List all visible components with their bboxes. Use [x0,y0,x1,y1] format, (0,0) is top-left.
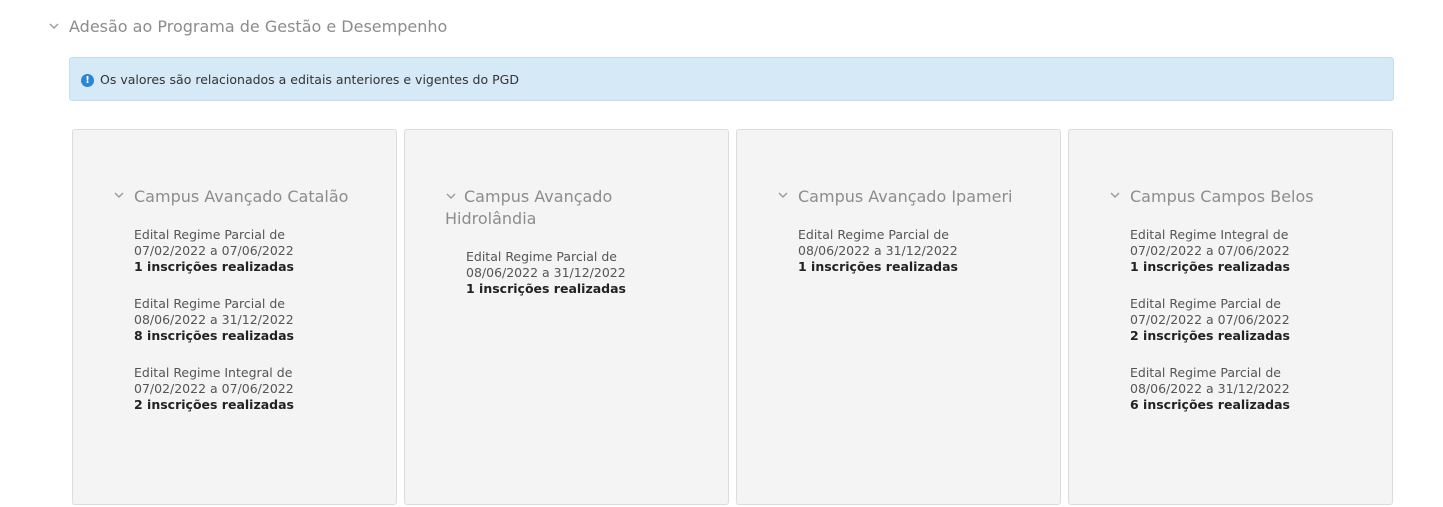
info-circle-icon: ! [81,73,94,87]
edital-item: Edital Regime Integral de 07/02/2022 a 0… [134,365,356,413]
chevron-down-icon [445,191,456,202]
edital-name: Edital Regime Integral de 07/02/2022 a 0… [1130,227,1290,258]
campus-card-header[interactable]: Campus Avançado Ipameri [777,186,1020,208]
edital-item: Edital Regime Parcial de 08/06/2022 a 31… [798,227,1020,275]
edital-name: Edital Regime Parcial de 07/02/2022 a 07… [1130,296,1290,327]
campus-card: Campus Avançado Ipameri Edital Regime Pa… [736,129,1061,505]
edital-item: Edital Regime Parcial de 08/06/2022 a 31… [466,249,688,297]
edital-item: Edital Regime Parcial de 07/02/2022 a 07… [1130,296,1352,344]
edital-count: 1 inscrições realizadas [1130,259,1290,274]
chevron-down-icon [777,190,788,201]
edital-item: Edital Regime Parcial de 08/06/2022 a 31… [134,296,356,344]
chevron-down-icon [1109,190,1120,201]
edital-name: Edital Regime Parcial de 08/06/2022 a 31… [134,296,294,327]
edital-name: Edital Regime Integral de 07/02/2022 a 0… [134,365,294,396]
edital-list: Edital Regime Parcial de 07/02/2022 a 07… [113,227,356,413]
section-header-adesao[interactable]: Adesão ao Programa de Gestão e Desempenh… [48,17,447,36]
edital-list: Edital Regime Parcial de 08/06/2022 a 31… [777,227,1020,275]
campus-card: Campus Avançado Hidrolândia Edital Regim… [404,129,729,505]
campus-title: Campus Campos Belos [1130,187,1314,206]
info-text: Os valores são relacionados a editais an… [100,71,519,87]
edital-count: 1 inscrições realizadas [798,259,958,274]
edital-count: 2 inscrições realizadas [1130,328,1290,343]
edital-name: Edital Regime Parcial de 07/02/2022 a 07… [134,227,294,258]
edital-count: 1 inscrições realizadas [134,259,294,274]
edital-list: Edital Regime Parcial de 08/06/2022 a 31… [445,249,688,297]
edital-item: Edital Regime Integral de 07/02/2022 a 0… [1130,227,1352,275]
edital-count: 2 inscrições realizadas [134,397,294,412]
campus-card-header[interactable]: Campus Campos Belos [1109,186,1352,208]
edital-count: 6 inscrições realizadas [1130,397,1290,412]
campus-title: Campus Avançado Hidrolândia [445,187,613,228]
edital-name: Edital Regime Parcial de 08/06/2022 a 31… [798,227,958,258]
edital-count: 1 inscrições realizadas [466,281,626,296]
section-title: Adesão ao Programa de Gestão e Desempenh… [69,17,448,36]
edital-list: Edital Regime Integral de 07/02/2022 a 0… [1109,227,1352,413]
campus-card: Campus Campos Belos Edital Regime Integr… [1068,129,1393,505]
info-alert: ! Os valores são relacionados a editais … [69,57,1394,101]
campus-card: Campus Avançado Catalão Edital Regime Pa… [72,129,397,505]
edital-item: Edital Regime Parcial de 08/06/2022 a 31… [1130,365,1352,413]
campus-cards: Campus Avançado Catalão Edital Regime Pa… [72,129,1393,505]
edital-item: Edital Regime Parcial de 07/02/2022 a 07… [134,227,356,275]
chevron-down-icon [48,21,59,32]
edital-name: Edital Regime Parcial de 08/06/2022 a 31… [1130,365,1290,396]
edital-name: Edital Regime Parcial de 08/06/2022 a 31… [466,249,626,280]
campus-card-header[interactable]: Campus Avançado Hidrolândia [445,186,645,230]
edital-count: 8 inscrições realizadas [134,328,294,343]
chevron-down-icon [113,190,124,201]
campus-card-header[interactable]: Campus Avançado Catalão [113,186,356,208]
campus-title: Campus Avançado Catalão [134,187,349,206]
campus-title: Campus Avançado Ipameri [798,187,1013,206]
